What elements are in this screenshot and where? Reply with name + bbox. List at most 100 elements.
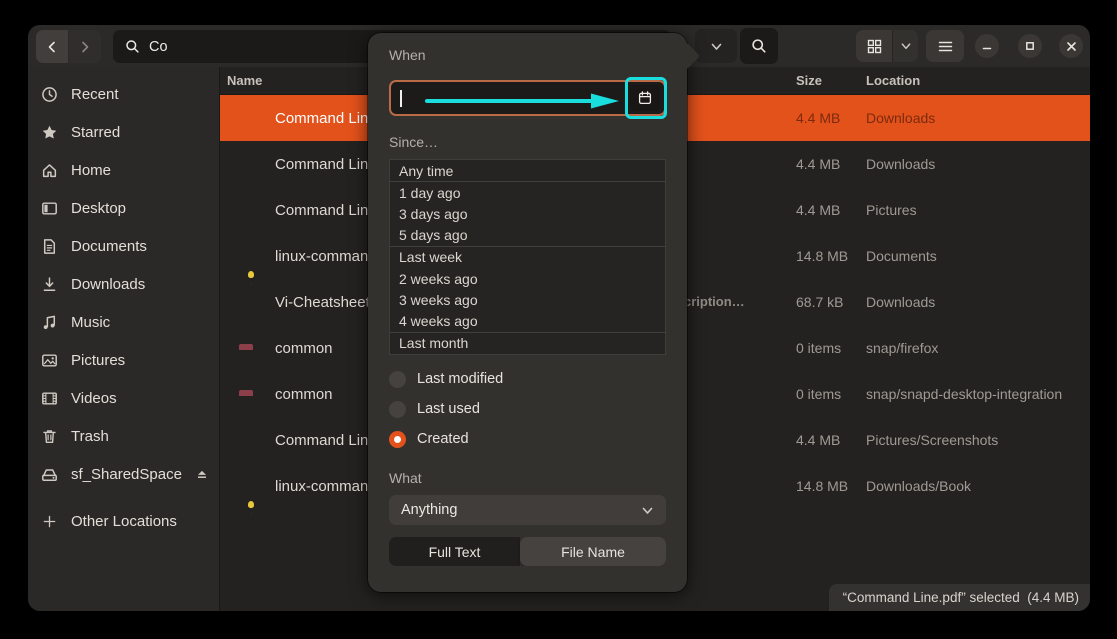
file-location: Downloads/Book: [866, 478, 971, 494]
file-name-button[interactable]: File Name: [520, 537, 666, 566]
since-option-last-month[interactable]: Last month: [390, 332, 665, 354]
file-size: 0 items: [796, 386, 841, 402]
minimize-icon: [982, 41, 992, 51]
download-icon: [40, 275, 58, 293]
maximize-icon: [1025, 41, 1035, 51]
sidebar-item-starred[interactable]: Starred: [28, 113, 219, 151]
grid-view-icon: [867, 39, 882, 54]
when-label: When: [389, 47, 426, 63]
document-icon: [40, 237, 58, 255]
sidebar-item-documents[interactable]: Documents: [28, 227, 219, 265]
radio-last-modified[interactable]: Last modified: [389, 368, 503, 390]
sidebar-item-recent[interactable]: Recent: [28, 75, 219, 113]
sidebar-item-label: Documents: [71, 238, 147, 255]
since-option-1-day[interactable]: 1 day ago: [390, 181, 665, 203]
radio-last-used[interactable]: Last used: [389, 398, 480, 420]
since-option-last-week[interactable]: Last week: [390, 246, 665, 268]
close-button[interactable]: [1059, 34, 1083, 58]
file-size: 4.4 MB: [796, 202, 840, 218]
file-location: Pictures: [866, 202, 917, 218]
since-option-4-weeks[interactable]: 4 weeks ago: [390, 311, 665, 332]
chevron-right-icon: [78, 40, 92, 54]
radio-button-icon: [389, 401, 406, 418]
column-header-location[interactable]: Location: [866, 73, 920, 88]
sidebar-item-shared-space[interactable]: sf_SharedSpace: [28, 455, 219, 493]
calendar-button[interactable]: [630, 85, 660, 111]
image-icon: [40, 351, 58, 369]
radio-created[interactable]: Created: [389, 428, 469, 450]
file-size: 68.7 kB: [796, 294, 843, 310]
sidebar-item-label: Starred: [71, 124, 120, 141]
column-header-size[interactable]: Size: [796, 73, 822, 88]
since-option-2-weeks[interactable]: 2 weeks ago: [390, 268, 665, 289]
search-icon: [125, 39, 140, 54]
file-name: common: [275, 386, 333, 403]
star-icon: [40, 123, 58, 141]
trash-icon: [40, 427, 58, 445]
file-size: 4.4 MB: [796, 110, 840, 126]
sidebar-item-label: Trash: [71, 428, 109, 445]
grid-view-button[interactable]: [856, 30, 892, 62]
file-location: Downloads: [866, 294, 935, 310]
sidebar-item-trash[interactable]: Trash: [28, 417, 219, 455]
file-location: snap/snapd-desktop-integration: [866, 386, 1062, 402]
view-options-button[interactable]: [892, 30, 918, 62]
chevron-down-icon: [900, 40, 912, 52]
places-sidebar: Recent Starred Home Desktop Documents Do…: [28, 67, 220, 611]
home-icon: [40, 161, 58, 179]
radio-label: Created: [417, 431, 469, 447]
sidebar-item-downloads[interactable]: Downloads: [28, 265, 219, 303]
sidebar-item-music[interactable]: Music: [28, 303, 219, 341]
sidebar-item-other-locations[interactable]: Other Locations: [28, 502, 219, 540]
music-note-icon: [40, 313, 58, 331]
since-option-5-days[interactable]: 5 days ago: [390, 225, 665, 246]
clock-icon: [40, 85, 58, 103]
sidebar-item-videos[interactable]: Videos: [28, 379, 219, 417]
chevron-down-icon: [641, 504, 654, 517]
file-size: 4.4 MB: [796, 156, 840, 172]
maximize-button[interactable]: [1018, 34, 1042, 58]
file-size: 14.8 MB: [796, 478, 848, 494]
back-button[interactable]: [36, 30, 68, 63]
file-location: Downloads: [866, 110, 935, 126]
search-snippet-fragment: cription…: [684, 294, 745, 309]
search-mode-toggle: Full Text File Name: [389, 537, 666, 566]
since-label: Since…: [389, 134, 438, 150]
search-filter-dropdown-button[interactable]: [695, 29, 737, 63]
calendar-icon: [637, 90, 653, 106]
full-text-button[interactable]: Full Text: [389, 537, 520, 566]
files-window: Co Recent: [28, 25, 1090, 611]
sidebar-item-label: Music: [71, 314, 110, 331]
sidebar-item-pictures[interactable]: Pictures: [28, 341, 219, 379]
sidebar-item-label: sf_SharedSpace: [71, 466, 182, 483]
file-size: 4.4 MB: [796, 432, 840, 448]
since-options-list: Any time 1 day ago 3 days ago 5 days ago…: [389, 159, 666, 355]
date-input[interactable]: [389, 80, 666, 116]
sidebar-item-label: Desktop: [71, 200, 126, 217]
view-switch-button: [856, 30, 918, 62]
close-icon: [1066, 41, 1077, 52]
what-dropdown[interactable]: Anything: [389, 495, 666, 525]
sidebar-item-label: Videos: [71, 390, 117, 407]
chevron-left-icon: [45, 40, 59, 54]
sidebar-item-home[interactable]: Home: [28, 151, 219, 189]
since-option-3-weeks[interactable]: 3 weeks ago: [390, 289, 665, 310]
desktop-icon: [40, 199, 58, 217]
file-location: Downloads: [866, 156, 935, 172]
since-option-3-days[interactable]: 3 days ago: [390, 203, 665, 224]
radio-button-icon: [389, 371, 406, 388]
minimize-button[interactable]: [975, 34, 999, 58]
file-location: snap/firefox: [866, 340, 938, 356]
since-option-any-time[interactable]: Any time: [390, 160, 665, 181]
file-location: Pictures/Screenshots: [866, 432, 998, 448]
plus-icon: [40, 512, 58, 530]
radio-button-selected-icon: [389, 431, 406, 448]
main-menu-button[interactable]: [926, 30, 964, 62]
sidebar-item-desktop[interactable]: Desktop: [28, 189, 219, 227]
search-toggle-button[interactable]: [740, 28, 778, 64]
eject-icon[interactable]: [195, 463, 209, 485]
hamburger-menu-icon: [938, 40, 953, 53]
forward-button[interactable]: [69, 30, 101, 63]
file-location: Documents: [866, 248, 937, 264]
column-header-name[interactable]: Name: [227, 73, 262, 88]
